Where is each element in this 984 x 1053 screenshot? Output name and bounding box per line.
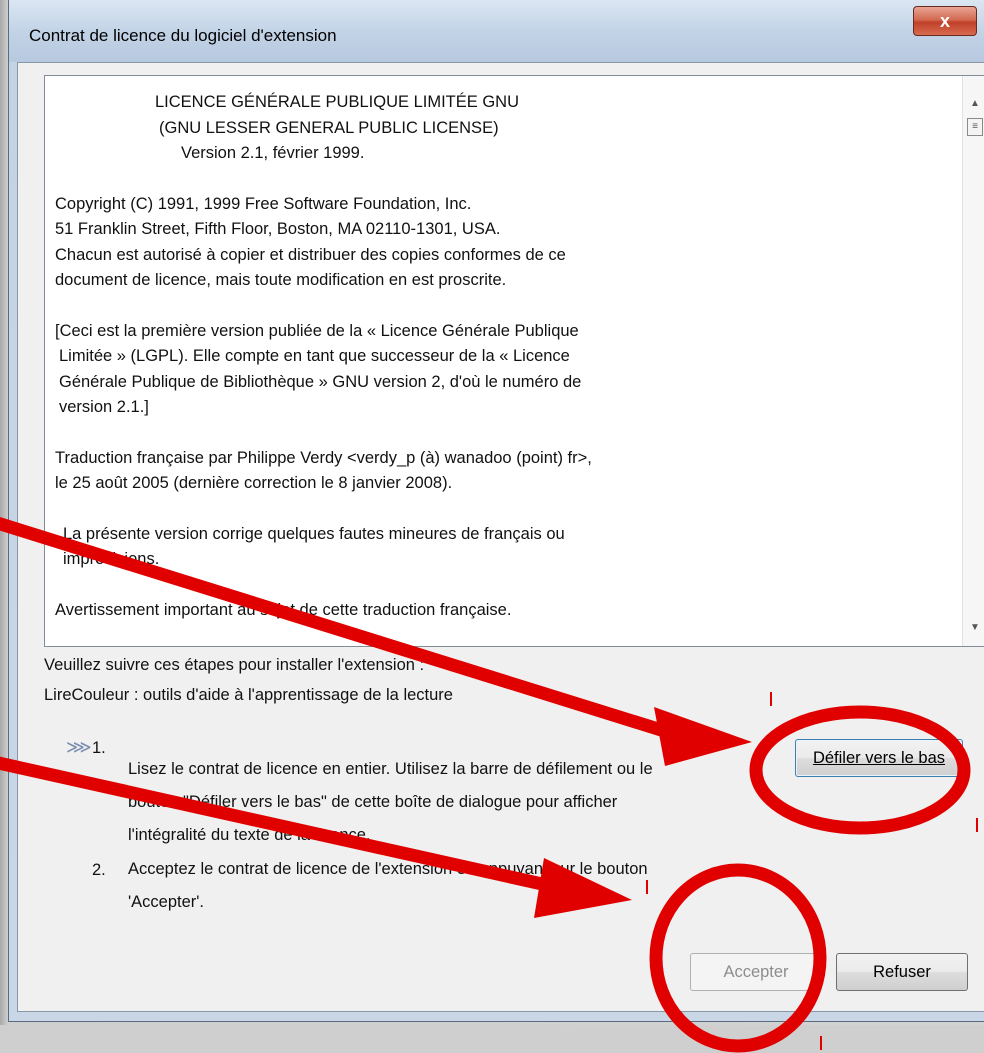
license-line: imprécisions. <box>63 550 160 568</box>
step-1-line: bouton "Défiler vers le bas" de cette bo… <box>128 793 618 811</box>
license-line: La présente version corrige quelques fau… <box>63 524 565 543</box>
license-line: (GNU LESSER GENERAL PUBLIC LICENSE) <box>159 118 499 137</box>
close-button[interactable]: x <box>913 6 977 36</box>
scroll-down-button-label: Défiler vers le bas <box>812 748 946 767</box>
extension-name: LireCouleur : outils d'aide à l'apprenti… <box>44 686 453 704</box>
close-icon: x <box>939 10 950 31</box>
annotation-mark <box>976 818 978 832</box>
license-line: le 25 août 2005 (dernière correction le … <box>55 474 453 492</box>
scroll-thumb-icon[interactable]: ≡ <box>967 118 983 136</box>
license-dialog: Contrat de licence du logiciel d'extensi… <box>8 0 984 1022</box>
accept-button-label: Accepter <box>723 962 789 981</box>
title-bar[interactable]: Contrat de licence du logiciel d'extensi… <box>9 0 984 62</box>
step-2-line: Acceptez le contrat de licence de l'exte… <box>128 860 648 878</box>
current-step-arrow-icon: ⋙ <box>66 737 92 757</box>
step-1-line: Lisez le contrat de licence en entier. U… <box>128 760 653 778</box>
license-line: 51 Franklin Street, Fifth Floor, Boston,… <box>55 220 501 238</box>
annotation-mark <box>820 1036 822 1050</box>
license-line: Traduction française par Philippe Verdy … <box>55 448 592 467</box>
step-2-number: 2. <box>92 861 106 879</box>
step-2-line: 'Accepter'. <box>128 893 204 911</box>
scroll-down-arrow-icon[interactable]: ▼ <box>963 616 984 638</box>
window-title: Contrat de licence du logiciel d'extensi… <box>29 26 337 45</box>
license-text: LICENCE GÉNÉRALE PUBLIQUE LIMITÉE GNU (G… <box>55 90 945 623</box>
license-line: Copyright (C) 1991, 1999 Free Software F… <box>55 194 472 213</box>
step-1-number: 1. <box>92 739 106 757</box>
step-1-line: l'intégralité du texte de la licence. <box>128 826 371 844</box>
license-text-box[interactable]: LICENCE GÉNÉRALE PUBLIQUE LIMITÉE GNU (G… <box>44 75 984 647</box>
license-line: Limitée » (LGPL). Elle compte en tant qu… <box>59 347 570 365</box>
annotation-mark <box>770 692 772 706</box>
license-line: Chacun est autorisé à copier et distribu… <box>55 245 566 264</box>
scroll-up-arrow-icon[interactable]: ▲ <box>963 92 984 114</box>
dialog-content: LICENCE GÉNÉRALE PUBLIQUE LIMITÉE GNU (G… <box>17 62 984 1012</box>
license-line: Générale Publique de Bibliothèque » GNU … <box>59 372 582 391</box>
license-line: Avertissement important au sujet de cett… <box>55 600 512 619</box>
scroll-down-button[interactable]: Défiler vers le bas <box>795 739 963 777</box>
license-line: LICENCE GÉNÉRALE PUBLIQUE LIMITÉE GNU <box>155 93 520 111</box>
instructions-line-1: Veuillez suivre ces étapes pour installe… <box>44 656 425 674</box>
desktop-bottom <box>0 1025 984 1053</box>
accept-button[interactable]: Accepter <box>690 953 822 991</box>
license-line: document de licence, mais toute modifica… <box>55 271 507 289</box>
license-line: Version 2.1, février 1999. <box>181 144 365 162</box>
license-scrollbar[interactable]: ▲ ≡ ▼ <box>962 76 984 646</box>
license-line: [Ceci est la première version publiée de… <box>55 321 579 340</box>
step-2-text: Acceptez le contrat de licence de l'exte… <box>128 853 648 919</box>
refuse-button-label: Refuser <box>873 962 931 981</box>
license-line: version 2.1.] <box>59 398 149 416</box>
step-1-text: Lisez le contrat de licence en entier. U… <box>128 753 653 852</box>
refuse-button[interactable]: Refuser <box>836 953 968 991</box>
annotation-mark <box>646 880 648 894</box>
